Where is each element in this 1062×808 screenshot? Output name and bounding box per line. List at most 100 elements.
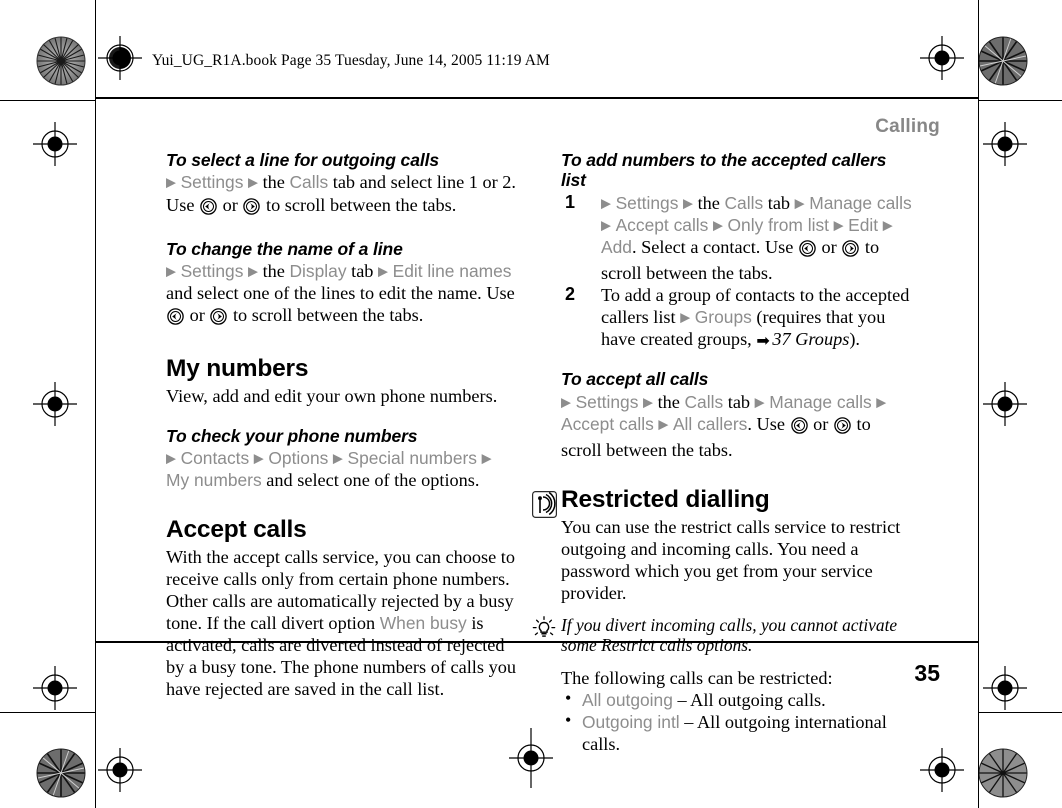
ui-term-only-from-list[interactable]: Only from list [728, 215, 829, 235]
text-scroll-tabs-2: to scroll between the tabs. [232, 305, 424, 326]
registration-mark-bottom-center [509, 728, 553, 788]
ui-term-add[interactable]: Add [601, 237, 632, 257]
step-arrow-icon: ▶ [754, 394, 765, 410]
ui-term-calls[interactable]: Calls [685, 392, 724, 412]
text-tab: tab [767, 192, 791, 213]
heading-accept-calls: Accept calls [166, 516, 307, 544]
nav-key-right-icon[interactable] [842, 240, 860, 262]
registration-mark-bottom-right [920, 748, 964, 792]
registration-mark-upper-right-edge [983, 122, 1027, 166]
para-list-intro: The following calls can be restricted: [561, 667, 833, 688]
step-arrow-icon: ▶ [680, 309, 691, 325]
ui-term-all-outgoing[interactable]: All outgoing [582, 690, 673, 710]
heading-accept-all-calls: To accept all calls [561, 369, 709, 390]
ui-term-calls[interactable]: Calls [290, 172, 329, 192]
para-check-phone-numbers: ▶ Contacts ▶ Options ▶ Special numbers ▶… [166, 447, 518, 491]
para-select-line: ▶ Settings ▶ the Calls tab and select li… [166, 171, 518, 219]
text-the: the [262, 172, 285, 193]
step-number: 2 [565, 284, 576, 305]
para-change-line-name: ▶ Settings ▶ the Display tab ▶ Edit line… [166, 260, 518, 330]
step-arrow-icon: ▶ [248, 263, 258, 279]
ui-term-settings[interactable]: Settings [181, 172, 244, 192]
text-or-3: or [821, 237, 837, 258]
ui-term-calls[interactable]: Calls [725, 193, 764, 213]
nav-key-right-icon[interactable] [834, 417, 851, 439]
ui-term-all-callers[interactable]: All callers [673, 414, 747, 434]
para-bullet-1: All outgoing – All outgoing calls. [582, 689, 913, 711]
registration-mark-bottom-left [98, 748, 142, 792]
network-signal-icon [532, 491, 557, 523]
step-arrow-icon: ▶ [601, 195, 611, 211]
step-arrow-icon: ▶ [248, 174, 258, 190]
text-the: the [657, 391, 680, 412]
nav-key-left-icon[interactable] [200, 197, 217, 220]
ui-term-outgoing-intl[interactable]: Outgoing intl [582, 712, 680, 732]
ui-term-when-busy[interactable]: When busy [380, 613, 467, 633]
screen-angle-target-top-right [978, 36, 1028, 86]
text-tab: tab [727, 391, 751, 412]
para-step-2: To add a group of contacts to the accept… [601, 284, 913, 350]
heading-my-numbers: My numbers [166, 355, 309, 383]
text-the: the [262, 261, 285, 282]
nav-key-left-icon[interactable] [167, 308, 184, 330]
nav-key-left-icon[interactable] [790, 417, 808, 439]
left-column: To select a line for outgoing calls ▶ Se… [166, 150, 518, 700]
ui-term-manage-calls[interactable]: Manage calls [769, 392, 871, 412]
para-step-1: ▶ Settings ▶ the Calls tab ▶ Manage call… [601, 192, 913, 284]
step-arrow-icon: ▶ [601, 217, 611, 233]
running-head-chapter: Calling [875, 116, 940, 137]
ui-term-settings[interactable]: Settings [576, 392, 639, 412]
step-arrow-icon: ▶ [794, 195, 805, 211]
text-tab: tab [351, 261, 374, 282]
book-file-stamp: Yui_UG_R1A.book Page 35 Tuesday, June 14… [152, 52, 550, 69]
para-restricted-dialling: You can use the restrict calls service t… [561, 516, 901, 603]
registration-mark-top-right [920, 36, 964, 80]
step-arrow-icon: ▶ [481, 450, 492, 466]
ui-term-edit-line-names[interactable]: Edit line names [393, 261, 512, 281]
nav-key-left-icon[interactable] [799, 240, 816, 262]
ui-term-options[interactable]: Options [268, 448, 328, 468]
step-arrow-icon: ▶ [166, 263, 176, 279]
heading-check-phone-numbers: To check your phone numbers [166, 425, 418, 446]
cross-reference-link[interactable]: 37 Groups [772, 329, 849, 349]
trim-line-bottom-right-bleed [978, 712, 1062, 713]
ui-term-manage-calls[interactable]: Manage calls [809, 193, 911, 213]
step-arrow-icon: ▶ [833, 217, 844, 233]
nav-key-right-icon[interactable] [210, 308, 228, 330]
ui-term-special-numbers[interactable]: Special numbers [347, 448, 477, 468]
ui-term-my-numbers[interactable]: My numbers [166, 470, 262, 490]
bullet-dot-icon: • [565, 687, 572, 708]
trim-line-bottom-left-bleed [0, 712, 95, 713]
list-item: • All outgoing – All outgoing calls. [561, 687, 913, 711]
ui-term-settings[interactable]: Settings [616, 193, 679, 213]
header-rule [95, 97, 978, 99]
trim-line-top-left-bleed [0, 100, 95, 101]
restricted-dialling-block: Restricted dialling You can use the rest… [532, 486, 913, 604]
text-scroll-tabs-1: to scroll between the tabs. [265, 194, 457, 215]
trim-line-left [95, 0, 96, 808]
para-accept-all-calls: ▶ Settings ▶ the Calls tab ▶ Manage call… [561, 391, 913, 461]
trim-line-top-right-bleed [978, 100, 1062, 101]
ui-term-contacts[interactable]: Contacts [181, 448, 250, 468]
ui-term-accept-calls[interactable]: Accept calls [561, 414, 654, 434]
screen-angle-target-top-left [36, 36, 86, 86]
heading-change-line-name: To change the name of a line [166, 238, 403, 259]
ui-term-display[interactable]: Display [290, 261, 347, 281]
step-arrow-icon: ▶ [332, 450, 343, 466]
ui-term-restrict-calls: Restrict calls [601, 635, 693, 656]
heading-select-line: To select a line for outgoing calls [166, 150, 439, 170]
para-accept-calls: With the accept calls service, you can c… [166, 546, 518, 700]
text-the: the [697, 192, 720, 213]
dash: – [677, 689, 687, 710]
list-item: 1 ▶ Settings ▶ the Calls tab ▶ Manage ca… [561, 192, 913, 284]
ui-term-settings[interactable]: Settings [181, 261, 244, 281]
heading-add-numbers-accepted-list: To add numbers to the accepted callers l… [561, 150, 887, 191]
ui-term-edit[interactable]: Edit [848, 215, 878, 235]
ui-term-groups[interactable]: Groups [695, 307, 752, 327]
text-select-contact: . Select a contact. Use [631, 237, 794, 258]
nav-key-right-icon[interactable] [243, 197, 261, 220]
ui-term-accept-calls[interactable]: Accept calls [616, 215, 709, 235]
